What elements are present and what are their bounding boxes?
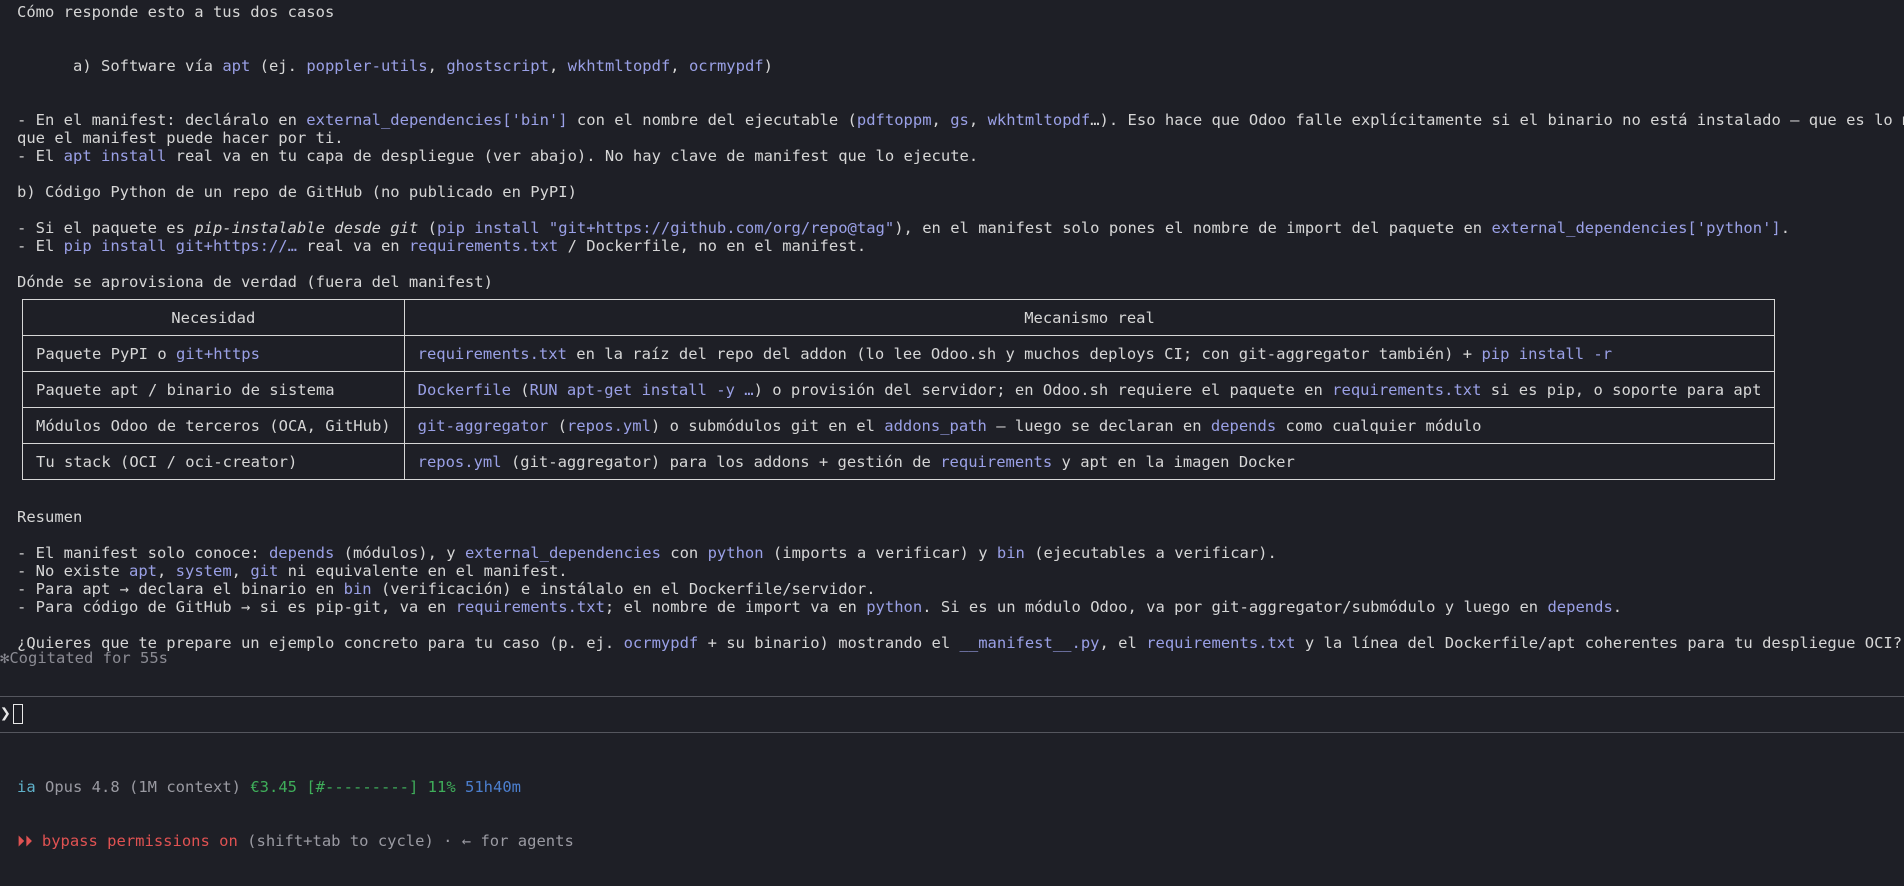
table-cell-need: Paquete PyPI o git+https xyxy=(22,335,405,372)
table-row: Paquete PyPI o git+https requirements.tx… xyxy=(22,335,1776,372)
bypass-permissions-label[interactable]: bypass permissions on xyxy=(42,832,238,850)
context-percent: 11% xyxy=(427,778,456,796)
table-row: Tu stack (OCI / oci-creator) repos.yml (… xyxy=(22,443,1776,480)
workspace-label: ia xyxy=(17,778,36,796)
table-header-row: Necesidad Mecanismo real xyxy=(22,299,1776,336)
case-a-title: a) Software vía apt (ej. poppler-utils, … xyxy=(73,57,773,75)
table-cell-mechanism: requirements.txt en la raíz del repo del… xyxy=(403,335,1776,372)
divider-bottom xyxy=(0,732,1904,733)
divider-top xyxy=(0,696,1904,697)
case-a-bullet-1: - En el manifest: decláralo en external_… xyxy=(17,111,1904,129)
terminal-window: Cómo responde esto a tus dos casos a) So… xyxy=(0,0,1904,850)
prompt-chevron-icon: ❯ xyxy=(0,703,11,724)
status-footer: ia Opus 4.8 (1M context) €3.45 [#-------… xyxy=(17,742,574,886)
case-a-bullet-2: - El apt install real va en tu capa de d… xyxy=(17,147,979,165)
session-cost: €3.45 xyxy=(250,778,297,796)
sparkle-icon: ✻ xyxy=(0,649,10,667)
case-a-bullet-1-cont: que el manifest puede hacer por ti. xyxy=(17,129,344,147)
assistant-response: Cómo responde esto a tus dos casos a) So… xyxy=(17,3,1904,652)
table-header-need: Necesidad xyxy=(22,299,405,336)
table-cell-mechanism: repos.yml (git-aggregator) para los addo… xyxy=(403,443,1776,480)
bypass-arrows-icon: ⏵⏵ xyxy=(17,832,33,850)
summary-bullet-2: - No existe apt, system, git ni equivale… xyxy=(17,562,568,580)
table-header-mechanism: Mecanismo real xyxy=(403,299,1776,336)
heading-provisioning: Dónde se aprovisiona de verdad (fuera de… xyxy=(17,273,493,291)
table-cell-mechanism: git-aggregator (repos.yml) o submódulos … xyxy=(403,407,1776,444)
cogitated-status: ✻Cogitated for 55s xyxy=(0,649,1904,667)
heading-summary: Resumen xyxy=(17,508,83,526)
case-b-bullet-1: - Si el paquete es pip-instalable desde … xyxy=(17,219,1791,237)
prompt-input[interactable]: ❯ xyxy=(0,702,23,726)
table-cell-mechanism: Dockerfile (RUN apt-get install -y …) o … xyxy=(403,371,1776,408)
table-cell-need: Paquete apt / binario de sistema xyxy=(22,371,405,408)
mode-cycle-hint: (shift+tab to cycle) · ← for agents xyxy=(247,832,574,850)
table-row: Paquete apt / binario de sistema Dockerf… xyxy=(22,371,1776,408)
summary-bullet-1: - El manifest solo conoce: depends (módu… xyxy=(17,544,1277,562)
text-cursor xyxy=(12,704,23,724)
context-bar: [#---------] xyxy=(306,778,419,796)
heading-cases: Cómo responde esto a tus dos casos xyxy=(17,3,335,21)
table-cell-need: Tu stack (OCI / oci-creator) xyxy=(22,443,405,480)
cogitated-text: Cogitated for 55s xyxy=(9,649,168,667)
elapsed-time: 51h40m xyxy=(465,778,522,796)
model-name: Opus 4.8 (1M context) xyxy=(45,778,241,796)
summary-bullet-4: - Para código de GitHub → si es pip-git,… xyxy=(17,598,1623,616)
table-cell-need: Módulos Odoo de terceros (OCA, GitHub) xyxy=(22,407,405,444)
case-b-title: b) Código Python de un repo de GitHub (n… xyxy=(17,183,577,201)
provisioning-table: Necesidad Mecanismo real Paquete PyPI o … xyxy=(22,299,1776,480)
case-b-bullet-2: - El pip install git+https://… real va e… xyxy=(17,237,867,255)
table-row: Módulos Odoo de terceros (OCA, GitHub) g… xyxy=(22,407,1776,444)
summary-bullet-3: - Para apt → declara el binario en bin (… xyxy=(17,580,876,598)
